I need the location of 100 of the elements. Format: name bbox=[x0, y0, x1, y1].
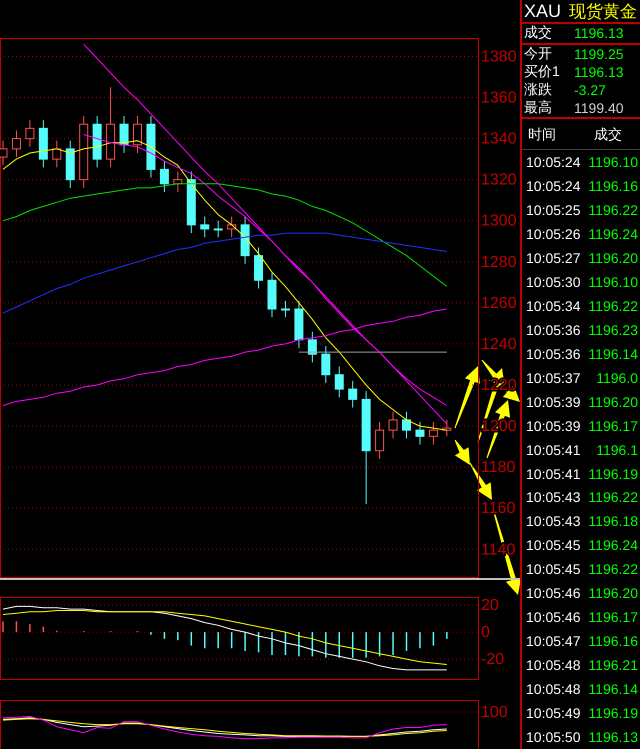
tick-price: 1196.22 bbox=[588, 561, 638, 578]
candle bbox=[52, 140, 62, 168]
tick-time: 10:05:41 bbox=[526, 442, 580, 458]
tick-time: 10:05:30 bbox=[526, 274, 580, 290]
candle bbox=[294, 300, 304, 349]
tick-time: 10:05:25 bbox=[526, 202, 580, 218]
tick-price: 1196.23 bbox=[588, 322, 638, 338]
tick-price: 1196.24 bbox=[588, 226, 638, 242]
axis-label: 20 bbox=[481, 597, 499, 614]
candle bbox=[428, 421, 438, 446]
tick-time: 10:05:36 bbox=[526, 346, 580, 362]
tick-price: 1196.18 bbox=[588, 513, 638, 530]
candle bbox=[200, 216, 210, 238]
candle bbox=[25, 120, 34, 148]
tick-price: 1196.17 bbox=[588, 609, 638, 626]
column-header: 时间 bbox=[527, 126, 557, 144]
axis-label: 1320 bbox=[481, 172, 517, 189]
tick-price: 1196.20 bbox=[588, 585, 638, 602]
field-label: 最高 bbox=[523, 98, 553, 117]
axis-label: 1260 bbox=[481, 294, 517, 312]
field-value: 1199.40 bbox=[574, 100, 624, 116]
candle bbox=[66, 140, 75, 188]
field-value: 1199.25 bbox=[574, 46, 624, 62]
tick-price: 1196.14 bbox=[588, 346, 638, 362]
tick-time: 10:05:45 bbox=[526, 537, 580, 554]
candle bbox=[280, 300, 290, 318]
candle bbox=[268, 272, 276, 318]
column-header: 成交 bbox=[593, 126, 622, 144]
candle bbox=[12, 130, 21, 158]
tick-price: 1196.13 bbox=[588, 729, 638, 746]
tick-price: 1196.1 bbox=[596, 442, 638, 458]
tick-price: 1196.22 bbox=[588, 489, 638, 506]
tick-time: 10:05:24 bbox=[526, 178, 580, 194]
tick-price: 1196.20 bbox=[588, 250, 638, 266]
tick-time: 10:05:36 bbox=[526, 322, 580, 338]
candle bbox=[254, 246, 264, 289]
tick-time: 10:05:48 bbox=[526, 681, 580, 698]
candle bbox=[133, 116, 142, 154]
axis-label: 1340 bbox=[481, 130, 517, 148]
field-value: 1196.13 bbox=[574, 64, 624, 80]
tick-price: 1196.0 bbox=[596, 370, 638, 386]
tick-time: 10:05:47 bbox=[526, 633, 580, 650]
tick-time: 10:05:39 bbox=[526, 418, 580, 434]
tick-time: 10:05:27 bbox=[526, 250, 580, 266]
field-label: 今开 bbox=[523, 44, 553, 63]
tick-time: 10:05:26 bbox=[526, 226, 580, 242]
axis-label: 100 bbox=[481, 704, 508, 721]
tick-price: 1196.16 bbox=[588, 633, 638, 650]
axis-label: 1380 bbox=[481, 48, 517, 66]
field-label: 买价1 bbox=[523, 62, 561, 81]
axis-label: 1280 bbox=[481, 254, 517, 271]
tick-time: 10:05:43 bbox=[526, 513, 580, 530]
tick-time: 10:05:46 bbox=[526, 585, 580, 602]
tick-price: 1196.24 bbox=[588, 537, 638, 554]
tick-price: 1196.22 bbox=[588, 202, 638, 218]
tick-price: 1196.16 bbox=[588, 178, 638, 194]
tick-price: 1196.22 bbox=[588, 298, 638, 314]
tick-price: 1196.17 bbox=[588, 418, 638, 434]
candle bbox=[173, 170, 182, 192]
candle bbox=[348, 380, 358, 408]
tick-price: 1196.20 bbox=[588, 394, 638, 410]
candle bbox=[92, 116, 102, 168]
candle bbox=[375, 421, 384, 460]
tick-time: 10:05:45 bbox=[526, 561, 580, 578]
tick-price: 1196.19 bbox=[588, 705, 638, 722]
symbol-code: XAU bbox=[524, 0, 562, 22]
tick-time: 10:05:50 bbox=[526, 729, 580, 746]
field-value: 1196.13 bbox=[574, 25, 624, 42]
candle bbox=[38, 120, 48, 168]
candle bbox=[160, 160, 169, 192]
candle bbox=[120, 116, 129, 154]
tick-price: 1196.19 bbox=[588, 466, 638, 482]
tick-time: 10:05:49 bbox=[526, 705, 580, 722]
candle bbox=[388, 411, 398, 439]
tick-time: 10:05:37 bbox=[526, 370, 580, 386]
candle bbox=[186, 170, 196, 234]
instrument-name: 现货黄金 bbox=[569, 0, 638, 22]
candle bbox=[415, 421, 424, 446]
tick-price: 1196.10 bbox=[588, 154, 638, 170]
candle bbox=[402, 411, 411, 439]
field-value: -3.27 bbox=[574, 82, 606, 98]
axis-label: 1240 bbox=[481, 336, 517, 353]
tick-time: 10:05:48 bbox=[526, 657, 580, 674]
tick-time: 10:05:39 bbox=[526, 394, 580, 410]
candle bbox=[442, 419, 452, 437]
tick-time: 10:05:43 bbox=[526, 489, 580, 506]
candle bbox=[146, 116, 156, 178]
candle bbox=[214, 220, 223, 238]
axis-label: -20 bbox=[481, 651, 504, 668]
axis-label: 1360 bbox=[481, 90, 517, 107]
tick-time: 10:05:46 bbox=[526, 609, 580, 626]
candle bbox=[240, 216, 250, 264]
axis-label: 1300 bbox=[481, 212, 517, 230]
candle bbox=[308, 331, 317, 363]
axis-label: 0 bbox=[481, 624, 490, 642]
tick-price: 1196.21 bbox=[588, 657, 638, 674]
field-label: 涨跌 bbox=[523, 80, 553, 99]
candle bbox=[334, 366, 344, 398]
field-label: 成交 bbox=[523, 24, 553, 42]
tick-price: 1196.10 bbox=[588, 274, 638, 290]
